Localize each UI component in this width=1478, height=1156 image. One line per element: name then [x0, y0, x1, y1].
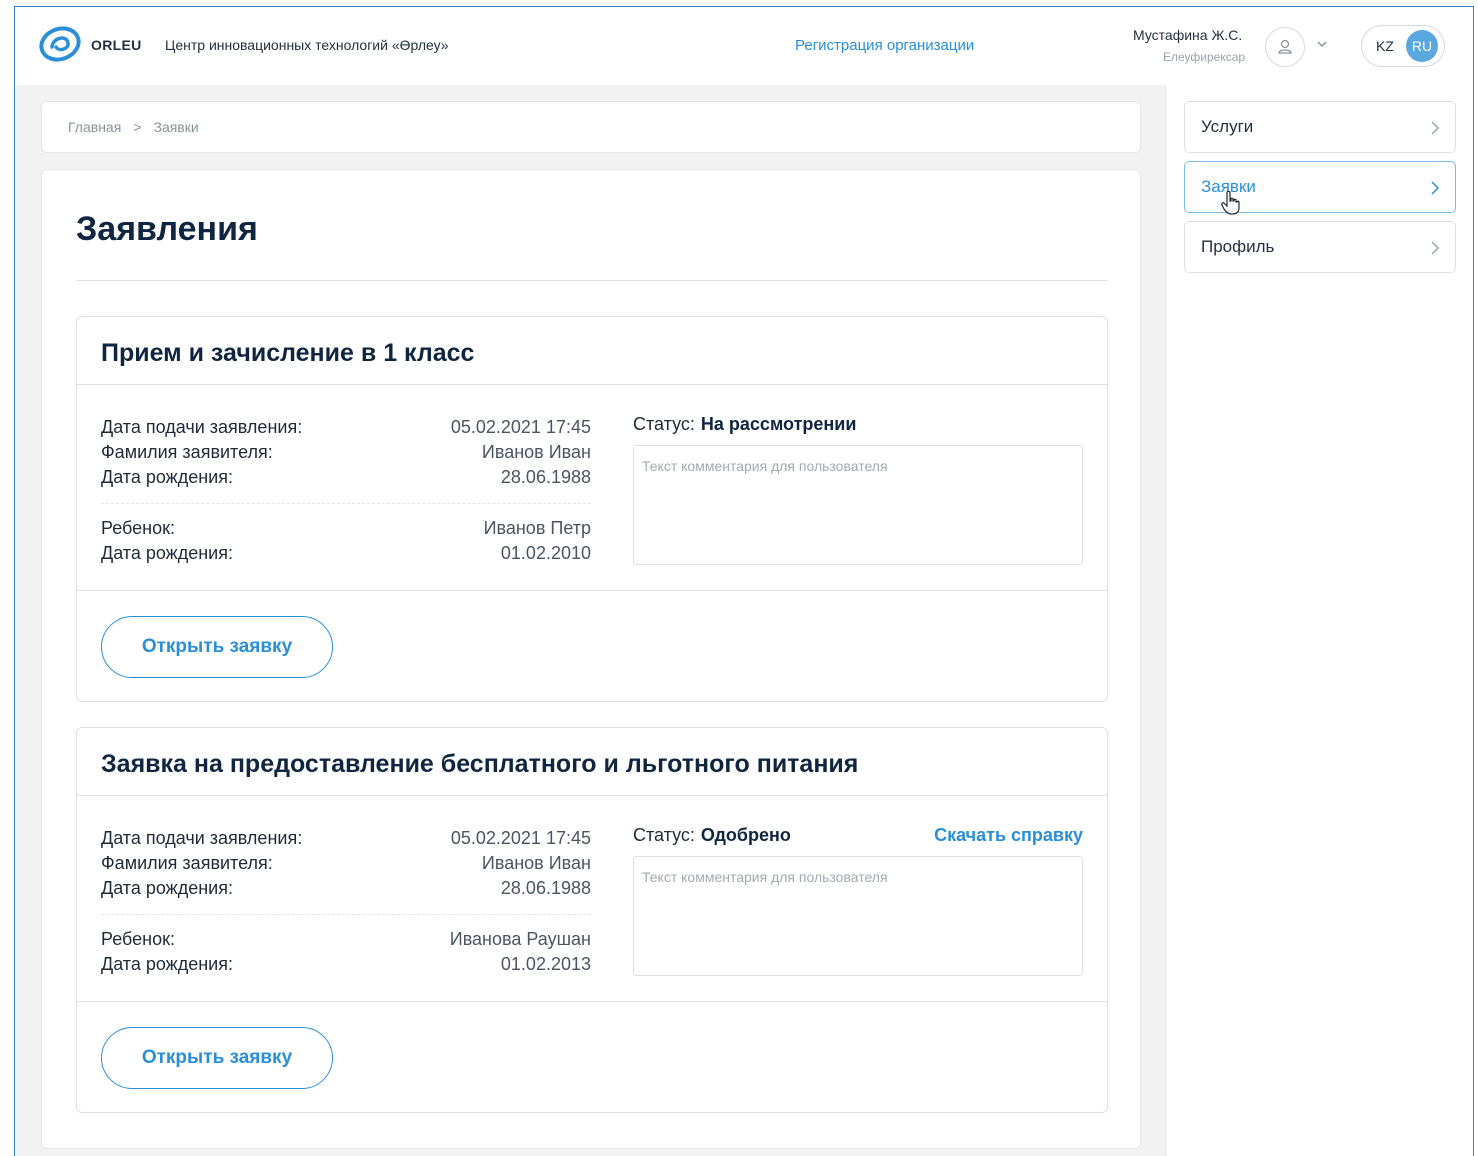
hand-cursor-icon [1221, 190, 1240, 215]
info-value: Иванова Раушан [449, 929, 591, 949]
info-label: Дата подачи заявления: [101, 828, 303, 848]
status-label: Статус: [633, 825, 695, 845]
card-divider [77, 384, 1107, 385]
info-label: Дата рождения: [101, 878, 233, 898]
user-icon [1278, 39, 1292, 54]
info-label: Ребенок: [101, 518, 175, 538]
info-value: 28.06.1988 [500, 467, 591, 487]
info-value: 05.02.2021 17:45 [450, 417, 591, 437]
breadcrumb: Главная > Заявки [41, 101, 1141, 153]
application-info: Дата подачи заявления: 05.02.2021 17:45 … [101, 826, 591, 977]
user-avatar-button[interactable] [1265, 27, 1305, 67]
info-row: Дата подачи заявления: 05.02.2021 17:45 [101, 826, 591, 851]
chevron-right-icon [1431, 121, 1440, 135]
info-row: Дата рождения: 01.02.2013 [101, 952, 591, 977]
breadcrumb-current: Заявки [153, 119, 199, 135]
sidebar-item-services[interactable]: Услуги [1184, 101, 1456, 153]
comment-box[interactable]: Текст комментария для пользователя [633, 856, 1083, 976]
breadcrumb-separator: > [133, 119, 142, 135]
language-switcher: KZ RU [1361, 25, 1445, 67]
info-divider [101, 503, 591, 504]
info-row: Ребенок: Иванова Раушан [101, 927, 591, 952]
info-value: Иванов Петр [483, 518, 591, 538]
info-label: Дата подачи заявления: [101, 417, 303, 437]
status-value: Одобрено [700, 825, 791, 845]
info-label: Фамилия заявителя: [101, 853, 273, 873]
info-value: Иванов Иван [481, 853, 591, 873]
sidebar: Услуги Заявки Профиль [1165, 85, 1473, 1156]
lang-kz-button[interactable]: KZ [1370, 38, 1400, 54]
title-divider [76, 280, 1108, 281]
user-name[interactable]: Мустафина Ж.С. [1133, 27, 1242, 43]
info-value: 01.02.2010 [500, 543, 591, 563]
browser-frame: ORLEU Центр инновационных технологий «Өр… [14, 6, 1474, 1156]
application-info: Дата подачи заявления: 05.02.2021 17:45 … [101, 415, 591, 566]
info-label: Фамилия заявителя: [101, 442, 273, 462]
info-row: Дата рождения: 28.06.1988 [101, 465, 591, 490]
info-label: Дата рождения: [101, 467, 233, 487]
status-label: Статус: [633, 414, 695, 434]
user-role: Елеуфирексар [1163, 50, 1246, 64]
status: Статус: На рассмотрении [633, 414, 856, 435]
application-card: Заявка на предоставление бесплатного и л… [76, 727, 1108, 1113]
info-value: 28.06.1988 [500, 878, 591, 898]
main-content: Заявления Прием и зачисление в 1 класс Д… [41, 169, 1141, 1149]
status: Статус: Одобрено [633, 825, 791, 846]
card-divider [77, 1001, 1107, 1002]
page-title: Заявления [76, 210, 258, 248]
brand-name: ORLEU [91, 37, 142, 53]
header: ORLEU Центр инновационных технологий «Өр… [15, 7, 1473, 85]
card-divider [77, 795, 1107, 796]
application-title: Заявка на предоставление бесплатного и л… [101, 750, 859, 778]
info-value: 01.02.2013 [500, 954, 591, 974]
download-certificate-link[interactable]: Скачать справку [934, 825, 1083, 846]
lang-ru-button[interactable]: RU [1406, 30, 1438, 62]
open-application-button[interactable]: Открыть заявку [101, 1027, 333, 1089]
card-divider [77, 590, 1107, 591]
sidebar-item-label: Услуги [1201, 117, 1254, 136]
info-row: Дата подачи заявления: 05.02.2021 17:45 [101, 415, 591, 440]
chevron-right-icon [1431, 181, 1440, 195]
sidebar-item-profile[interactable]: Профиль [1184, 221, 1456, 273]
status-value: На рассмотрении [700, 414, 857, 434]
chevron-right-icon [1431, 241, 1440, 255]
info-label: Ребенок: [101, 929, 175, 949]
info-row: Ребенок: Иванов Петр [101, 516, 591, 541]
info-row: Фамилия заявителя: Иванов Иван [101, 851, 591, 876]
info-row: Дата рождения: 28.06.1988 [101, 876, 591, 901]
breadcrumb-home[interactable]: Главная [68, 119, 121, 135]
register-organization-link[interactable]: Регистрация организации [795, 37, 974, 54]
info-value: Иванов Иван [481, 442, 591, 462]
open-application-button[interactable]: Открыть заявку [101, 616, 333, 678]
comment-box[interactable]: Текст комментария для пользователя [633, 445, 1083, 565]
info-value: 05.02.2021 17:45 [450, 828, 591, 848]
info-label: Дата рождения: [101, 954, 233, 974]
info-divider [101, 914, 591, 915]
orleu-logo-icon[interactable] [39, 25, 81, 63]
chevron-down-icon[interactable] [1315, 37, 1329, 51]
application-title: Прием и зачисление в 1 класс [101, 339, 475, 367]
info-row: Фамилия заявителя: Иванов Иван [101, 440, 591, 465]
info-row: Дата рождения: 01.02.2010 [101, 541, 591, 566]
sidebar-item-label: Профиль [1201, 237, 1275, 256]
info-label: Дата рождения: [101, 543, 233, 563]
org-name: Центр инновационных технологий «Өрлеу» [165, 37, 449, 53]
application-card: Прием и зачисление в 1 класс Дата подачи… [76, 316, 1108, 702]
